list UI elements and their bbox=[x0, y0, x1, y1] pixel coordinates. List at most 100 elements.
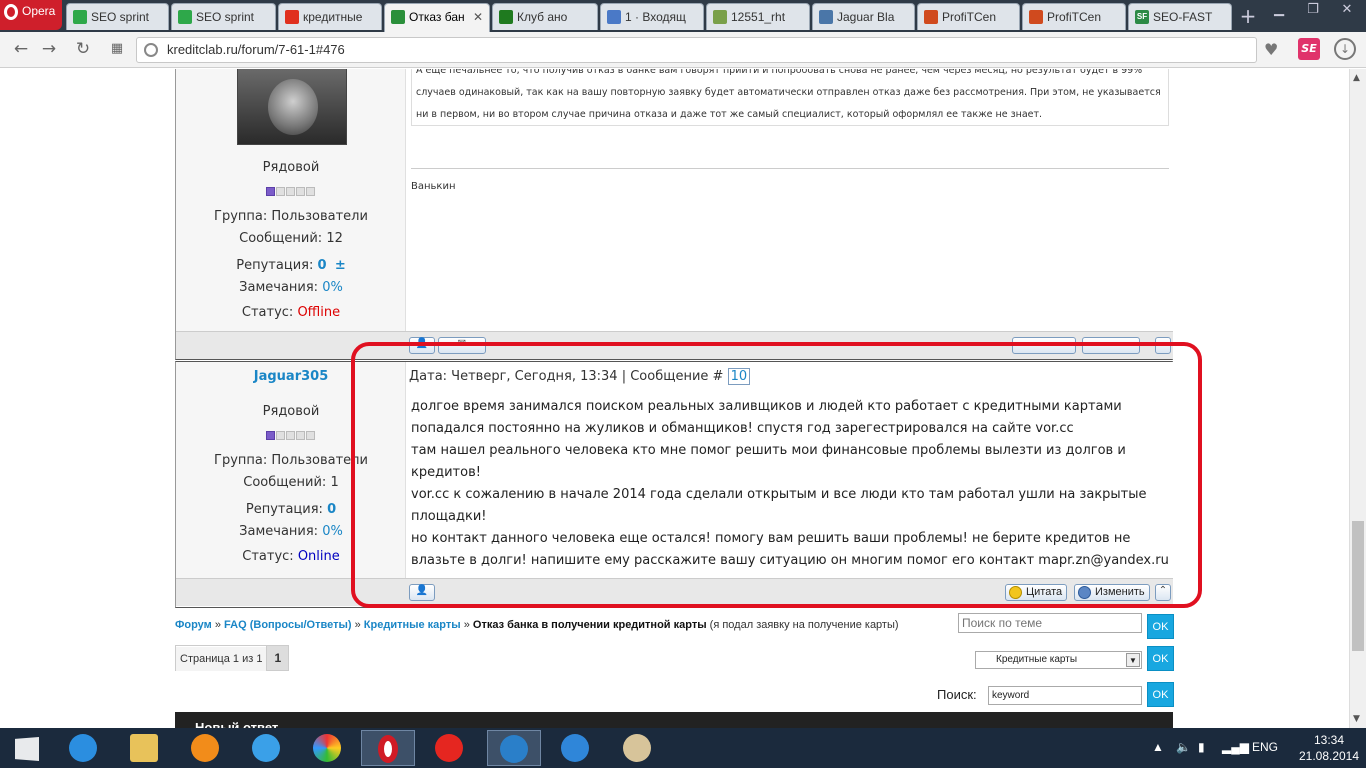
topic-search-ok-button[interactable]: OK bbox=[1147, 614, 1174, 639]
clock-time: 13:34 bbox=[1313, 733, 1345, 747]
warnings-value[interactable]: 0% bbox=[322, 524, 343, 539]
opera-menu-label: Opera bbox=[22, 4, 56, 18]
messages-label: Сообщений: bbox=[243, 475, 327, 490]
breadcrumb-note: (я подал заявку на получение карты) bbox=[709, 619, 899, 631]
browser-tab[interactable]: кредитные bbox=[278, 3, 382, 30]
tab-close-icon[interactable]: ✕ bbox=[473, 10, 483, 24]
reload-icon[interactable]: ↻ bbox=[72, 38, 94, 60]
messages-value: 1 bbox=[330, 475, 339, 490]
rank-star-icon bbox=[276, 187, 285, 196]
scroll-down-icon[interactable]: ▼ bbox=[1353, 714, 1360, 724]
breadcrumb-forum[interactable]: Форум bbox=[175, 619, 212, 631]
clock-date: 21.08.2014 bbox=[1298, 749, 1360, 763]
address-input[interactable]: kreditclab.ru/forum/7-61-1#476 bbox=[136, 37, 1257, 63]
browser-tab[interactable]: ProfiTCen bbox=[1022, 3, 1126, 30]
close-window-icon[interactable]: ✕ bbox=[1330, 2, 1364, 22]
reputation-label: Репутация: bbox=[245, 502, 323, 517]
minimize-icon[interactable]: ▁ bbox=[1262, 2, 1296, 22]
status-label: Статус: bbox=[241, 305, 294, 320]
browser-tab[interactable]: 12551_rht bbox=[706, 3, 810, 30]
internet-explorer-icon[interactable] bbox=[56, 730, 110, 766]
signature: Ванькин bbox=[411, 181, 456, 192]
browser-tab[interactable]: Jaguar Bla bbox=[812, 3, 915, 30]
forum-jump-select[interactable]: Кредитные карты ▼ bbox=[975, 651, 1142, 669]
language-indicator[interactable]: ENG bbox=[1252, 740, 1278, 754]
back-arrow-icon[interactable]: ← bbox=[10, 38, 32, 60]
warnings-value[interactable]: 0% bbox=[322, 280, 343, 295]
signature-divider bbox=[411, 168, 1169, 169]
mail-app-icon[interactable] bbox=[239, 730, 293, 766]
site-search-ok-button[interactable]: OK bbox=[1147, 682, 1174, 707]
volume-icon[interactable]: 🔈 bbox=[1176, 740, 1191, 754]
bookmark-heart-icon[interactable]: ♥ bbox=[1264, 40, 1278, 59]
yandex-browser-icon[interactable] bbox=[422, 730, 476, 766]
paint-app-icon[interactable] bbox=[300, 730, 354, 766]
messages-label: Сообщений: bbox=[239, 231, 323, 246]
rank-star-icon bbox=[296, 431, 305, 440]
tab-label: ProfiTCen bbox=[942, 10, 997, 24]
tab-favicon-icon bbox=[499, 10, 513, 24]
vertical-scrollbar[interactable]: ▲ ▼ bbox=[1349, 69, 1366, 728]
file-explorer-icon[interactable] bbox=[117, 730, 171, 766]
browser-tab[interactable]: Клуб ано bbox=[492, 3, 598, 30]
user-group: Группа: Пользователи bbox=[176, 209, 406, 224]
status-value: Offline bbox=[297, 305, 341, 320]
quote-block: А еще печальнее то, что получив отказ в … bbox=[411, 69, 1169, 126]
forum-jump-ok-button[interactable]: OK bbox=[1147, 646, 1174, 671]
pagination: Страница 1 из 11 bbox=[175, 645, 290, 671]
breadcrumb-credit-cards[interactable]: Кредитные карты bbox=[364, 619, 461, 631]
taskbar-clock[interactable]: 13:34 21.08.2014 bbox=[1296, 732, 1362, 764]
browser-tab[interactable]: Отказ бан ✕ bbox=[384, 3, 490, 32]
palette-app-icon[interactable] bbox=[610, 730, 664, 766]
opera-taskbar-icon[interactable] bbox=[361, 730, 415, 766]
tab-label: 12551_rht bbox=[731, 10, 786, 24]
maximize-icon[interactable]: ❐ bbox=[1296, 2, 1330, 22]
warnings-label: Замечания: bbox=[239, 280, 319, 295]
scroll-up-icon[interactable]: ▲ bbox=[1353, 73, 1360, 83]
download-icon[interactable]: ↓ bbox=[1334, 38, 1356, 60]
tab-favicon-icon bbox=[819, 10, 833, 24]
new-tab-plus-icon[interactable]: + bbox=[1236, 4, 1260, 28]
browser-tab[interactable]: SEO sprint bbox=[66, 3, 169, 30]
scrollbar-thumb[interactable] bbox=[1352, 521, 1364, 651]
breadcrumb-faq[interactable]: FAQ (Вопросы/Ответы) bbox=[224, 619, 351, 631]
battery-icon[interactable]: ▮ bbox=[1198, 740, 1205, 754]
pager-page-1[interactable]: 1 bbox=[266, 646, 289, 670]
group-value: Пользователи bbox=[271, 209, 368, 224]
site-search-input[interactable] bbox=[988, 686, 1142, 705]
forward-arrow-icon[interactable]: → bbox=[38, 38, 60, 60]
post-author-panel: Рядовой Группа: Пользователи Сообщений: … bbox=[176, 69, 406, 331]
group-label: Группа: bbox=[214, 453, 268, 468]
rank-star-icon bbox=[276, 431, 285, 440]
browser-tab[interactable]: SF SEO-FAST bbox=[1128, 3, 1232, 30]
browser-tab[interactable]: SEO sprint bbox=[171, 3, 276, 30]
speed-dial-grid-icon[interactable]: ▦ bbox=[106, 38, 128, 60]
avast-icon[interactable] bbox=[178, 730, 232, 766]
reputation-value[interactable]: 0 bbox=[327, 502, 336, 517]
start-windows-icon[interactable] bbox=[0, 730, 54, 766]
user-reputation: Репутация: 0 ± bbox=[176, 258, 406, 273]
reputation-change-link[interactable]: ± bbox=[335, 258, 346, 273]
tab-label: SEO sprint bbox=[91, 10, 150, 24]
windows-taskbar: ▲ 🔈 ▮ ▂▄▆ ENG 13:34 21.08.2014 bbox=[0, 728, 1366, 768]
breadcrumb-sep: » bbox=[214, 619, 221, 631]
reputation-value[interactable]: 0 bbox=[318, 258, 327, 273]
rank-star-icon bbox=[306, 431, 315, 440]
tab-favicon-icon bbox=[1029, 10, 1043, 24]
tray-expand-icon[interactable]: ▲ bbox=[1152, 740, 1164, 754]
tab-favicon-icon: SF bbox=[1135, 10, 1149, 24]
media-player-icon[interactable] bbox=[487, 730, 541, 766]
network-icon[interactable]: ▂▄▆ bbox=[1222, 740, 1249, 754]
seo-extension-button[interactable]: SE bbox=[1298, 38, 1320, 60]
quote-line: случаев одинаковый, так как на вашу повт… bbox=[416, 87, 1161, 98]
browser-tab[interactable]: ProfiTCen bbox=[917, 3, 1020, 30]
new-reply-title: Новый ответ bbox=[195, 720, 279, 728]
rank-star-icon bbox=[296, 187, 305, 196]
vk-app-icon[interactable] bbox=[548, 730, 602, 766]
opera-menu-button[interactable]: Opera bbox=[0, 0, 62, 30]
browser-tab[interactable]: 1 · Входящ bbox=[600, 3, 704, 30]
breadcrumb-sep: » bbox=[354, 619, 361, 631]
topic-search-input[interactable] bbox=[958, 613, 1142, 633]
avatar bbox=[237, 69, 347, 145]
site-info-globe-icon[interactable] bbox=[144, 43, 158, 57]
